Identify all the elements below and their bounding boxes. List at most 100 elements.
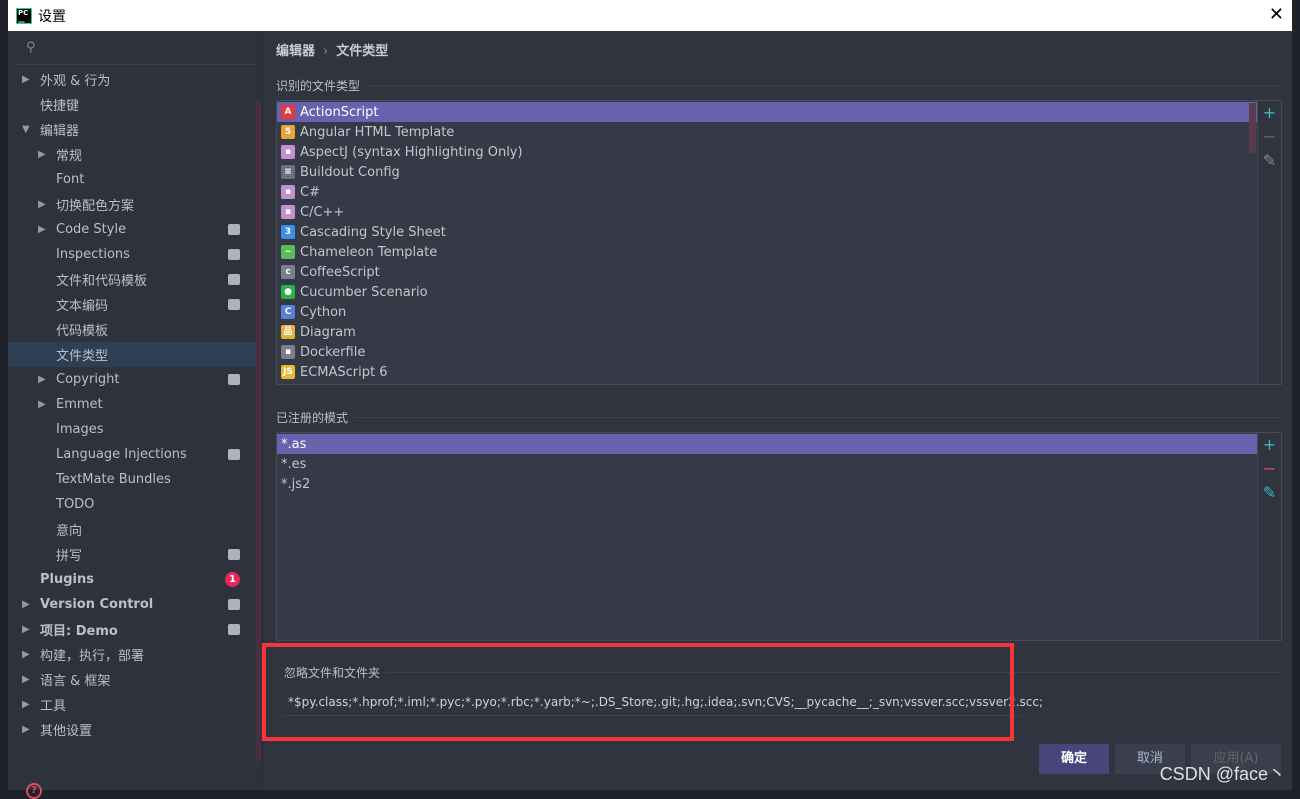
file-type-icon: ~ (281, 245, 295, 259)
sidebar-item-label: 快捷键 (40, 99, 80, 114)
sidebar-item[interactable]: 拼写 (8, 542, 256, 567)
sidebar-item-label: Copyright (56, 372, 120, 387)
sidebar-item[interactable]: 文件类型 (8, 342, 256, 367)
chevron-right-icon[interactable]: ▶ (38, 399, 52, 410)
chevron-right-icon[interactable]: ▶ (22, 74, 36, 85)
file-type-row[interactable]: C Cython (277, 302, 1257, 322)
chevron-right-icon[interactable]: ▶ (22, 674, 36, 685)
file-type-row[interactable]: 3 Cascading Style Sheet (277, 222, 1257, 242)
sidebar-item[interactable]: Images (8, 417, 256, 442)
sidebar-item[interactable]: TODO (8, 492, 256, 517)
pattern-row[interactable]: *.js2 (277, 474, 1257, 494)
sidebar-item[interactable]: ▶ 常规 (8, 142, 256, 167)
ok-button[interactable]: 确定 (1039, 744, 1109, 774)
chevron-down-icon[interactable]: ▼ (22, 124, 36, 135)
sidebar-item-label: 意向 (56, 524, 83, 539)
patterns-list[interactable]: *.as *.es *.js2 (276, 432, 1258, 641)
sidebar-scrollbar[interactable] (256, 101, 261, 761)
file-type-row[interactable]: 5 Angular HTML Template (277, 122, 1257, 142)
file-type-icon: C (281, 305, 295, 319)
project-scope-icon (228, 624, 240, 635)
file-types-scrollbar[interactable] (1249, 103, 1256, 153)
file-type-row[interactable]: ≡ Buildout Config (277, 162, 1257, 182)
sidebar-item[interactable]: ▶ 外观 & 行为 (8, 67, 256, 92)
file-type-label: C# (300, 184, 320, 200)
file-type-row[interactable]: ▪ AspectJ (syntax Highlighting Only) (277, 142, 1257, 162)
close-icon[interactable]: ✕ (1269, 4, 1284, 25)
sidebar-item[interactable]: 代码模板 (8, 317, 256, 342)
chevron-right-icon[interactable]: ▶ (38, 149, 52, 160)
sidebar-item[interactable]: ▶ Code Style (8, 217, 256, 242)
remove-pattern-button[interactable]: − (1258, 457, 1281, 481)
file-type-row[interactable]: ▪ C# (277, 182, 1257, 202)
sidebar-item[interactable]: ▼ 编辑器 (8, 117, 256, 142)
file-types-toolbar: + − ✎ (1258, 100, 1282, 385)
file-types-list[interactable]: A ActionScript 5 Angular HTML Template ▪ Aspe… (276, 100, 1258, 385)
sidebar-item-label: 文件和代码模板 (56, 274, 148, 289)
sidebar-item[interactable]: ▶ 切换配色方案 (8, 192, 256, 217)
sidebar-item-label: 项目: Demo (40, 624, 118, 639)
file-type-row[interactable]: ~ Chameleon Template (277, 242, 1257, 262)
breadcrumb-parent[interactable]: 编辑器 (276, 44, 315, 59)
sidebar-item[interactable]: 意向 (8, 517, 256, 542)
pattern-row[interactable]: *.es (277, 454, 1257, 474)
chevron-right-icon[interactable]: ▶ (22, 699, 36, 710)
pattern-label: *.es (281, 456, 307, 472)
file-type-row[interactable]: c CoffeeScript (277, 262, 1257, 282)
remove-file-type-button[interactable]: − (1258, 125, 1281, 149)
file-type-label: Buildout Config (300, 164, 400, 180)
chevron-right-icon[interactable]: ▶ (22, 649, 36, 660)
help-icon[interactable]: ? (26, 783, 42, 799)
file-type-icon: ≡ (281, 165, 295, 179)
sidebar-item[interactable]: Font (8, 167, 256, 192)
sidebar-item[interactable]: ▶ Version Control (8, 592, 256, 617)
sidebar-item-label: 代码模板 (56, 324, 109, 339)
chevron-right-icon[interactable]: ▶ (22, 599, 36, 610)
sidebar-item[interactable]: ▶ Emmet (8, 392, 256, 417)
chevron-right-icon[interactable]: ▶ (22, 724, 36, 735)
patterns-toolbar: + − ✎ (1258, 432, 1282, 641)
sidebar-item-label: 编辑器 (40, 124, 80, 139)
chevron-right-icon[interactable]: ▶ (38, 374, 52, 385)
file-type-row[interactable]: ▪ Dockerfile (277, 342, 1257, 362)
chevron-right-icon[interactable]: ▶ (38, 224, 52, 235)
sidebar-item[interactable]: ▶ 项目: Demo (8, 617, 256, 642)
file-type-label: Cython (300, 304, 347, 320)
file-type-label: Chameleon Template (300, 244, 438, 260)
file-type-icon: A (281, 105, 295, 119)
chevron-right-icon[interactable]: ▶ (22, 624, 36, 635)
edit-pattern-button[interactable]: ✎ (1258, 481, 1281, 505)
sidebar-item[interactable]: ▶ Copyright (8, 367, 256, 392)
add-file-type-button[interactable]: + (1258, 101, 1281, 125)
file-type-icon: 品 (281, 325, 295, 339)
sidebar-item[interactable]: 文本编码 (8, 292, 256, 317)
file-type-label: C/C++ (300, 204, 345, 220)
file-type-row[interactable]: A ActionScript (277, 102, 1257, 122)
sidebar-item[interactable]: 文件和代码模板 (8, 267, 256, 292)
sidebar-item-label: Plugins (40, 572, 94, 587)
sidebar-item[interactable]: ▶ 其他设置 (8, 717, 256, 742)
sidebar-item[interactable]: TextMate Bundles (8, 467, 256, 492)
sidebar-item[interactable]: ▶ 工具 (8, 692, 256, 717)
sidebar-item[interactable]: Language Injections (8, 442, 256, 467)
sidebar-item-label: 构建，执行，部署 (40, 649, 145, 664)
sidebar-item[interactable]: Plugins 1 (8, 567, 256, 592)
sidebar-item[interactable]: Inspections (8, 242, 256, 267)
sidebar-item[interactable]: 快捷键 (8, 92, 256, 117)
pattern-row[interactable]: *.as (277, 434, 1257, 454)
file-type-label: CoffeeScript (300, 264, 380, 280)
breadcrumb-current: 文件类型 (336, 44, 389, 59)
file-type-row[interactable]: JS ECMAScript 6 (277, 362, 1257, 382)
edit-file-type-button[interactable]: ✎ (1258, 149, 1281, 173)
file-type-row[interactable]: ▪ C/C++ (277, 202, 1257, 222)
patterns-heading: 已注册的模式 (276, 409, 1282, 426)
add-pattern-button[interactable]: + (1258, 433, 1281, 457)
sidebar-item-label: Code Style (56, 222, 127, 237)
settings-search-input[interactable]: ⚲ (14, 31, 256, 65)
sidebar-item[interactable]: ▶ 语言 & 框架 (8, 667, 256, 692)
sidebar-item-label: 常规 (56, 149, 83, 164)
file-type-row[interactable]: ● Cucumber Scenario (277, 282, 1257, 302)
sidebar-item[interactable]: ▶ 构建，执行，部署 (8, 642, 256, 667)
chevron-right-icon[interactable]: ▶ (38, 199, 52, 210)
file-type-row[interactable]: 品 Diagram (277, 322, 1257, 342)
